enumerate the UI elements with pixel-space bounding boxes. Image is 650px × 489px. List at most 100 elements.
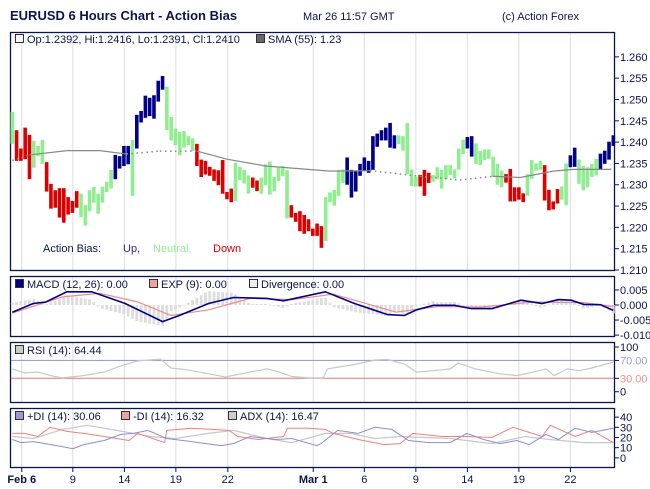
divergence-bar: [538, 304, 542, 308]
sma-line-segment: [265, 165, 331, 172]
y-tick-label: 0.005: [620, 285, 648, 297]
price-bar-neutral: [130, 139, 135, 196]
price-bar-down: [19, 148, 23, 161]
sma-line-segment: [520, 170, 554, 179]
divergence-bar: [307, 300, 310, 305]
exp-legend-label: EXP (9): 0.00: [161, 279, 227, 291]
price-bar-up: [568, 155, 573, 168]
sma-line-segment: [609, 167, 614, 171]
divergence-bar: [294, 303, 298, 305]
price-bar-up: [572, 147, 577, 167]
price-bar-down: [229, 188, 234, 203]
bias-up-label: Up,: [123, 243, 140, 255]
y-tick-label: 1.245: [620, 116, 648, 128]
x-tick-label: 22: [564, 474, 576, 486]
price-bar-up: [611, 135, 616, 146]
price-bar-down: [207, 166, 212, 176]
price-bar-neutral: [242, 169, 246, 184]
price-bar-neutral: [259, 177, 264, 194]
y-tick-label: 30.00: [620, 373, 648, 385]
divergence-bar: [337, 304, 340, 309]
divergence-bar: [324, 297, 328, 305]
divergence-bar: [547, 304, 551, 306]
price-bar-neutral: [272, 177, 276, 192]
divergence-bar: [62, 297, 66, 305]
divergence-bar: [174, 304, 177, 310]
divergence-bar: [255, 303, 259, 305]
price-bar-down: [426, 172, 431, 184]
price-bar-down: [27, 134, 32, 180]
divergence-bar: [169, 304, 173, 312]
y-tick-label: 1.215: [620, 244, 648, 256]
divergence-bar: [427, 302, 431, 305]
price-bar-neutral: [285, 170, 289, 219]
price-bar-up: [152, 95, 156, 119]
price-bar-down: [306, 219, 311, 232]
price-bar-up: [602, 150, 607, 164]
x-tick-label: 19: [513, 474, 525, 486]
price-bar-neutral: [169, 116, 173, 141]
price-bar-down: [551, 201, 556, 210]
divergence-legend-label: Divergence: 0.00: [261, 279, 344, 291]
divergence-bar: [461, 304, 465, 306]
price-bar-neutral: [336, 169, 341, 196]
divergence-bar: [204, 292, 207, 305]
price-bar-down: [203, 160, 208, 175]
price-bar-neutral: [79, 193, 83, 218]
price-bar-neutral: [328, 192, 332, 203]
y-tick-label: 1.250: [620, 94, 648, 106]
x-tick-label: 6: [361, 474, 367, 486]
price-bar-up: [465, 137, 470, 149]
sma-line-segment: [459, 175, 494, 181]
divergence-bar: [410, 304, 413, 310]
x-tick-label: Feb 6: [7, 474, 36, 486]
x-tick-label: 9: [70, 474, 76, 486]
divergence-bar: [15, 302, 18, 305]
divergence-legend-swatch: [249, 279, 258, 288]
chart-title: EURUSD 6 Hours Chart - Action Bias: [10, 8, 237, 23]
price-bar-neutral: [456, 148, 461, 170]
y-tick-label: 1.240: [620, 137, 648, 149]
price-bar-down: [66, 197, 70, 215]
y-tick-label: 1.260: [620, 52, 648, 64]
price-bar-down: [555, 189, 560, 204]
price-bar-down: [521, 193, 525, 203]
price-bar-down: [212, 169, 216, 181]
price-bar-down: [293, 212, 298, 222]
divergence-bar: [414, 304, 418, 307]
price-bar-down: [49, 183, 53, 209]
y-tick-label: 0.000: [620, 300, 648, 312]
price-bar-up: [134, 114, 139, 149]
divergence-bar: [195, 297, 199, 305]
price-bar-neutral: [409, 169, 414, 187]
divergence-bar: [264, 303, 267, 305]
price-bar-down: [220, 160, 225, 194]
minus-di-legend-swatch: [121, 411, 130, 420]
price-bar-up: [122, 145, 126, 166]
y-tick-label: 70.00: [620, 355, 648, 367]
y-tick-label: 1.220: [620, 222, 648, 234]
price-bar-up: [147, 97, 152, 117]
divergence-bar: [178, 304, 182, 308]
price-bar-up: [469, 136, 474, 157]
price-bar-neutral: [499, 170, 504, 188]
price-bar-down: [302, 215, 307, 234]
price-bar-down: [289, 205, 294, 218]
sma-line-segment: [226, 158, 266, 167]
price-bar-up: [598, 153, 603, 170]
price-bar-neutral: [396, 135, 401, 145]
price-bar-neutral: [323, 197, 328, 242]
divergence-bar: [92, 302, 96, 305]
y-tick-label: 0: [620, 453, 626, 465]
price-bar-down: [14, 130, 19, 161]
x-tick-label: 19: [170, 474, 182, 486]
divergence-bar: [88, 299, 91, 305]
y-tick-label: -0.005: [620, 315, 650, 327]
y-tick-label: 0: [620, 387, 626, 399]
price-bar-up: [139, 111, 143, 123]
copyright: (c) Action Forex: [502, 11, 580, 23]
y-tick-label: 1.230: [620, 180, 648, 192]
action-bias-label: Action Bias:: [43, 243, 101, 255]
divergence-bar: [423, 303, 426, 305]
price-bar-down: [199, 159, 203, 178]
